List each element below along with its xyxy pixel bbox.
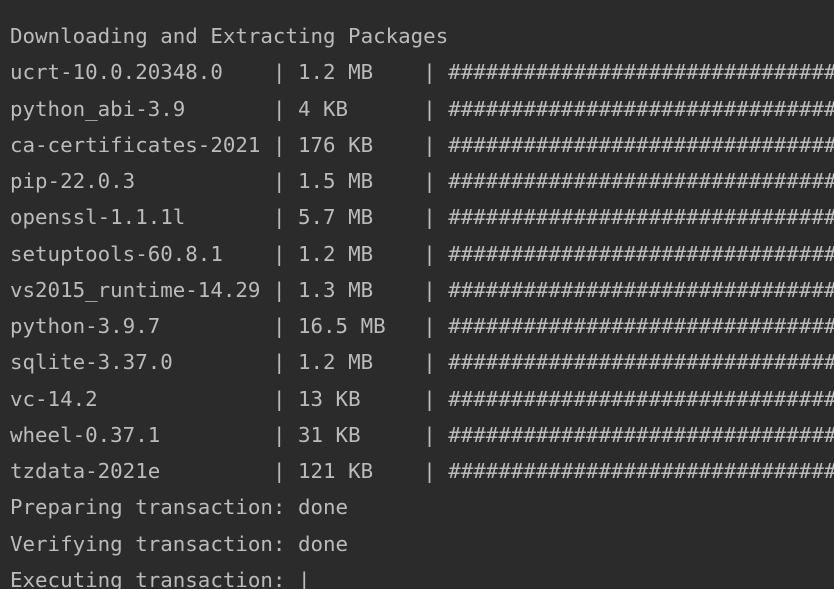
column-separator: | [423, 96, 449, 121]
status-line-executing: Executing transaction: | [10, 566, 834, 589]
column-separator: | [272, 314, 298, 338]
package-name: sqlite-3.37.0 [10, 350, 273, 375]
package-size: 1.2 MB [297, 60, 424, 85]
package-name: wheel-0.37.1 [10, 422, 273, 447]
package-name: ca-certificates-2021 [10, 132, 273, 157]
column-separator: | [272, 459, 298, 483]
package-list: ucrt-10.0.20348.0 | 1.2 MB | ###########… [10, 58, 834, 493]
column-separator: | [272, 60, 298, 85]
package-size: 1.2 MB [297, 241, 424, 266]
package-name: setuptools-60.8.1 [10, 241, 273, 266]
column-separator: | [423, 277, 449, 302]
column-separator: | [423, 459, 449, 483]
package-row: ucrt-10.0.20348.0 | 1.2 MB | ###########… [10, 58, 834, 94]
package-size: 1.3 MB [297, 277, 424, 302]
package-row: vs2015_runtime-14.29 | 1.3 MB | ########… [10, 276, 834, 312]
package-row: python-3.9.7 | 16.5 MB | ###############… [10, 312, 834, 348]
progress-bar-text: ################################### [448, 60, 834, 85]
package-size: 1.2 MB [297, 350, 424, 375]
package-size: 1.5 MB [297, 169, 424, 193]
package-name: vs2015_runtime-14.29 [10, 277, 273, 302]
package-name: vc-14.2 [10, 386, 273, 411]
package-size: 5.7 MB [297, 205, 424, 230]
progress-bar-text: ################################### [448, 241, 834, 266]
column-separator: | [272, 241, 298, 266]
column-separator: | [423, 241, 449, 266]
package-size: 31 KB [297, 422, 424, 447]
progress-bar-text: ################################### [448, 386, 834, 411]
column-separator: | [423, 386, 449, 411]
column-separator: | [272, 277, 298, 302]
column-separator: | [423, 169, 449, 193]
progress-bar-text: ################################### [448, 205, 834, 230]
progress-bar-text: ################################### [448, 132, 834, 157]
package-size: 13 KB [297, 386, 424, 411]
column-separator: | [272, 386, 298, 411]
column-separator: | [423, 314, 449, 338]
column-separator: | [272, 132, 298, 157]
package-row: vc-14.2 | 13 KB | ######################… [10, 385, 834, 421]
column-separator: | [272, 350, 298, 375]
column-separator: | [423, 205, 449, 230]
package-name: pip-22.0.3 [10, 169, 273, 193]
executing-text: Executing transaction: | [10, 567, 311, 589]
progress-bar-text: ################################### [448, 96, 834, 121]
package-name: python-3.9.7 [10, 314, 273, 338]
column-separator: | [272, 169, 298, 193]
package-size: 121 KB [297, 459, 424, 483]
package-size: 4 KB [297, 96, 424, 121]
package-size: 16.5 MB [297, 314, 424, 338]
progress-bar-text: ################################### [448, 350, 834, 375]
progress-bar-text: ################################### [448, 169, 834, 193]
package-row: wheel-0.37.1 | 31 KB | #################… [10, 421, 834, 457]
package-size: 176 KB [297, 132, 424, 157]
package-row: python_abi-3.9 | 4 KB | ################… [10, 95, 834, 131]
status-line-verifying: Verifying transaction: done [10, 531, 349, 556]
package-row: sqlite-3.37.0 | 1.2 MB | ###############… [10, 348, 834, 384]
progress-bar-text: ################################### [448, 422, 834, 447]
column-separator: | [423, 60, 449, 85]
package-name: ucrt-10.0.20348.0 [10, 60, 273, 85]
progress-bar-text: ################################### [448, 314, 834, 338]
status-line-preparing: Preparing transaction: done [10, 495, 349, 520]
package-row: setuptools-60.8.1 | 1.2 MB | ###########… [10, 240, 834, 276]
column-separator: | [272, 96, 298, 121]
progress-bar-text: ################################### [448, 277, 834, 302]
package-name: openssl-1.1.1l [10, 205, 273, 230]
package-name: python_abi-3.9 [10, 96, 273, 121]
package-row: ca-certificates-2021 | 176 KB | ########… [10, 131, 834, 167]
terminal-window[interactable]: Downloading and Extracting Packages ucrt… [0, 0, 834, 589]
column-separator: | [423, 350, 449, 375]
package-row: openssl-1.1.1l | 5.7 MB | ##############… [10, 203, 834, 239]
terminal-header-line: Downloading and Extracting Packages [10, 24, 449, 48]
package-name: tzdata-2021e [10, 459, 273, 483]
column-separator: | [272, 205, 298, 230]
package-row: pip-22.0.3 | 1.5 MB | ##################… [10, 167, 834, 203]
column-separator: | [272, 422, 298, 447]
column-separator: | [423, 422, 449, 447]
column-separator: | [423, 132, 449, 157]
progress-bar-text: ################################### [448, 459, 834, 483]
package-row: tzdata-2021e | 121 KB | ################… [10, 457, 834, 493]
